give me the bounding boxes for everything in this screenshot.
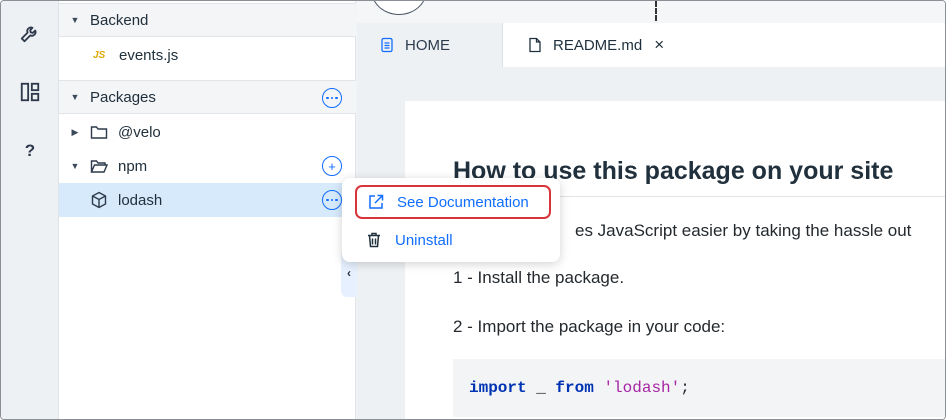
file-label: events.js [119, 46, 179, 64]
section-backend[interactable]: ▼ Backend [59, 3, 356, 37]
more-icon [326, 198, 338, 202]
trash-icon [368, 232, 380, 248]
tab-bar-empty [689, 23, 945, 67]
folder-npm[interactable]: ▼ npm + [59, 149, 356, 183]
code-block: import _ from 'lodash'; [453, 359, 945, 417]
file-events-js[interactable]: JS events.js [59, 38, 356, 72]
external-link-icon [369, 194, 384, 209]
tab-label: README.md [553, 36, 643, 54]
page-icon [381, 37, 393, 53]
wrench-icon[interactable] [18, 21, 42, 45]
folder-label: npm [118, 157, 148, 175]
folder-open-icon [90, 160, 108, 173]
top-strip [357, 1, 945, 23]
code-text: ; [680, 379, 690, 397]
package-more-button[interactable] [322, 190, 342, 210]
doc-step-1: 1 - Install the package. [453, 268, 625, 287]
code-text: _ [526, 379, 556, 397]
code-keyword: import [469, 379, 527, 397]
close-icon[interactable]: × [654, 35, 664, 55]
tab-home[interactable]: HOME [357, 23, 503, 67]
guide-line [655, 1, 657, 21]
doc-intro: es JavaScript easier by taking the hassl… [575, 221, 912, 240]
js-file-icon: JS [93, 49, 106, 61]
section-packages[interactable]: ▼ Packages [59, 80, 356, 114]
package-box-icon [91, 191, 107, 209]
caret-right-icon: ▶ [71, 126, 79, 137]
layout-blocks-icon[interactable] [18, 80, 42, 104]
caret-down-icon: ▼ [70, 15, 80, 25]
menu-item-label: Uninstall [395, 231, 453, 249]
more-icon [326, 96, 338, 100]
code-string: 'lodash' [603, 379, 681, 397]
package-context-menu: See Documentation Uninstall [342, 178, 560, 262]
package-lodash[interactable]: lodash [59, 183, 356, 217]
app-window: ? ▼ Backend JS events.js ▼ Packages ▶ @v… [0, 0, 946, 420]
caret-down-icon: ▼ [70, 92, 80, 102]
tab-bar: HOME README.md × [357, 23, 945, 67]
tab-label: HOME [405, 36, 450, 54]
package-label: lodash [118, 191, 163, 209]
folder-icon [90, 126, 108, 139]
code-sidebar: ▼ Backend JS events.js ▼ Packages ▶ @vel… [59, 1, 356, 419]
packages-more-button[interactable] [322, 88, 342, 108]
folder-velo[interactable]: ▶ @velo [59, 115, 356, 149]
code-keyword: from [555, 379, 594, 397]
help-icon[interactable]: ? [18, 139, 42, 163]
file-icon [529, 37, 541, 53]
folder-label: @velo [118, 123, 161, 141]
add-package-button[interactable]: + [322, 156, 342, 176]
section-label: Packages [90, 88, 156, 106]
tab-readme[interactable]: README.md × [503, 23, 689, 67]
uninstall-item[interactable]: Uninstall [355, 223, 551, 257]
doc-step-2: 2 - Import the package in your code: [453, 317, 726, 336]
menu-item-label: See Documentation [397, 193, 529, 211]
section-label: Backend [90, 11, 149, 29]
see-documentation-item[interactable]: See Documentation [355, 185, 551, 219]
chevron-left-icon: ‹ [347, 266, 351, 280]
caret-down-icon: ▼ [70, 161, 80, 171]
icon-rail: ? [1, 1, 59, 419]
